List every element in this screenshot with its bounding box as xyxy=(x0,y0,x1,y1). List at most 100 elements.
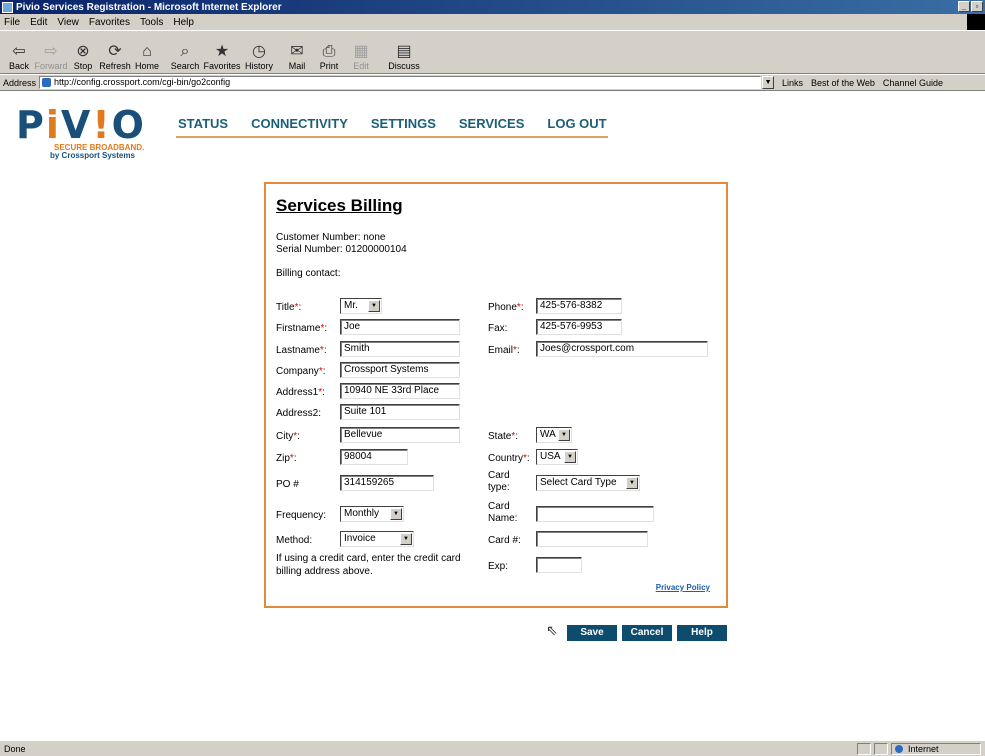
method-label: Method: xyxy=(276,535,313,546)
forward-button[interactable]: ⇨ Forward xyxy=(35,43,68,71)
nav-services[interactable]: SERVICES xyxy=(459,116,525,131)
chevron-down-icon: ▼ xyxy=(564,451,576,463)
title-select[interactable]: Mr. ▼ xyxy=(340,298,382,314)
browser-toolbar: ⇦ Back ⇨ Forward ⊗ Stop ⟳ Refresh ⌂ Home ⌕ Sea… xyxy=(0,30,985,74)
address2-field[interactable]: Suite 101 xyxy=(340,404,460,420)
nav-underline xyxy=(176,136,608,138)
menu-tools[interactable]: Tools xyxy=(140,17,163,28)
billing-contact-label: Billing contact: xyxy=(276,268,341,279)
company-field[interactable]: Crossport Systems xyxy=(340,362,460,378)
pivio-logo[interactable]: PiV!O SECURE BROADBAND. by Crossport Sys… xyxy=(16,103,166,160)
zip-label: Zip*: xyxy=(276,453,297,464)
home-icon: ⌂ xyxy=(142,43,152,60)
card-name-field[interactable] xyxy=(536,506,654,522)
page-content: PiV!O SECURE BROADBAND. by Crossport Sys… xyxy=(0,92,985,740)
menu-file[interactable]: File xyxy=(4,17,20,28)
security-zone: Internet xyxy=(891,743,981,755)
city-field[interactable]: Bellevue xyxy=(340,427,460,443)
maximize-button[interactable]: ▫ xyxy=(971,1,983,12)
frequency-select[interactable]: Monthly ▼ xyxy=(340,506,404,522)
po-field[interactable]: 314159265 xyxy=(340,475,434,491)
home-button[interactable]: ⌂ Home xyxy=(132,43,162,71)
link-best-of-web[interactable]: Best of the Web xyxy=(811,78,875,88)
logo-byline: by Crossport Systems xyxy=(50,151,135,160)
fax-label: Fax: xyxy=(488,323,508,334)
address-dropdown-button[interactable]: ▼ xyxy=(762,76,775,89)
phone-label: Phone*: xyxy=(488,302,524,313)
discuss-button[interactable]: ▤ Discuss xyxy=(384,43,424,71)
billing-panel: Services Billing Customer Number: none S… xyxy=(264,182,728,608)
menu-favorites[interactable]: Favorites xyxy=(89,17,130,28)
stop-icon: ⊗ xyxy=(76,43,90,60)
main-nav: STATUS CONNECTIVITY SETTINGS SERVICES LO… xyxy=(178,116,630,131)
save-button[interactable]: Save xyxy=(567,625,617,641)
discuss-icon: ▤ xyxy=(396,43,412,60)
window-titlebar: Pivio Services Registration - Microsoft … xyxy=(0,0,985,14)
firstname-field[interactable]: Joe xyxy=(340,319,460,335)
frequency-label: Frequency: xyxy=(276,510,327,521)
ie-app-icon xyxy=(2,1,13,13)
card-type-select[interactable]: Select Card Type ▼ xyxy=(536,475,640,491)
edit-button[interactable]: ▦ Edit xyxy=(346,43,376,71)
status-text: Done xyxy=(4,743,26,754)
po-label: PO # xyxy=(276,479,299,490)
history-icon: ◷ xyxy=(252,43,266,60)
mail-icon: ✉ xyxy=(290,43,304,60)
link-channel-guide[interactable]: Channel Guide xyxy=(883,78,943,88)
status-pane xyxy=(874,743,888,755)
nav-settings[interactable]: SETTINGS xyxy=(371,116,436,131)
forward-arrow-icon: ⇨ xyxy=(44,43,58,60)
mouse-cursor-icon: ⇖ xyxy=(546,622,558,638)
card-number-field[interactable] xyxy=(536,531,648,547)
chevron-down-icon: ▼ xyxy=(368,300,380,312)
country-label: Country*: xyxy=(488,453,530,464)
method-select[interactable]: Invoice ▼ xyxy=(340,531,414,547)
privacy-policy-link[interactable]: Privacy Policy xyxy=(656,583,710,592)
title-label: Title*: xyxy=(276,302,302,313)
menu-help[interactable]: Help xyxy=(173,17,194,28)
back-button[interactable]: ⇦ Back xyxy=(4,43,34,71)
history-button[interactable]: ◷ History xyxy=(244,43,274,71)
address1-field[interactable]: 10940 NE 33rd Place xyxy=(340,383,460,399)
print-button[interactable]: ⎙ Print xyxy=(314,43,344,71)
stop-button[interactable]: ⊗ Stop xyxy=(68,43,98,71)
email-field[interactable]: Joes@crossport.com xyxy=(536,341,708,357)
menu-view[interactable]: View xyxy=(57,17,79,28)
minimize-button[interactable]: _ xyxy=(958,1,970,12)
help-button[interactable]: Help xyxy=(677,625,727,641)
menu-bar: File Edit View Favorites Tools Help xyxy=(0,14,985,30)
state-label: State*: xyxy=(488,431,519,442)
search-icon: ⌕ xyxy=(180,43,190,60)
exp-label: Exp: xyxy=(488,561,509,572)
country-select[interactable]: USA ▼ xyxy=(536,449,578,465)
exp-field[interactable] xyxy=(536,557,582,573)
fax-field[interactable]: 425-576-9953 xyxy=(536,319,622,335)
nav-connectivity[interactable]: CONNECTIVITY xyxy=(251,116,348,131)
address1-label: Address1*: xyxy=(276,387,325,398)
serial-number: Serial Number: 01200000104 xyxy=(276,244,407,255)
state-select[interactable]: WA ▼ xyxy=(536,427,572,443)
favorites-icon: ★ xyxy=(214,43,230,60)
mail-button[interactable]: ✉ Mail xyxy=(282,43,312,71)
address2-label: Address2: xyxy=(276,408,322,419)
cancel-button[interactable]: Cancel xyxy=(622,625,672,641)
links-label: Links xyxy=(782,77,804,88)
company-label: Company*: xyxy=(276,366,326,377)
nav-logout[interactable]: LOG OUT xyxy=(547,116,606,131)
edit-icon: ▦ xyxy=(353,43,369,60)
search-button[interactable]: ⌕ Search xyxy=(170,43,200,71)
lastname-label: Lastname*: xyxy=(276,345,327,356)
chevron-down-icon: ▼ xyxy=(558,429,570,441)
address-label: Address xyxy=(3,77,37,88)
nav-status[interactable]: STATUS xyxy=(178,116,228,131)
phone-field[interactable]: 425-576-8382 xyxy=(536,298,622,314)
status-pane xyxy=(857,743,871,755)
customer-number: Customer Number: none xyxy=(276,232,386,243)
menu-edit[interactable]: Edit xyxy=(30,17,47,28)
favorites-button[interactable]: ★ Favorites xyxy=(202,43,242,71)
logo-wordmark: PiV!O xyxy=(16,103,146,147)
lastname-field[interactable]: Smith xyxy=(340,341,460,357)
zip-field[interactable]: 98004 xyxy=(340,449,408,465)
refresh-button[interactable]: ⟳ Refresh xyxy=(99,43,131,71)
address-input[interactable]: http://config.crossport.com/cgi-bin/go2c… xyxy=(39,76,762,89)
